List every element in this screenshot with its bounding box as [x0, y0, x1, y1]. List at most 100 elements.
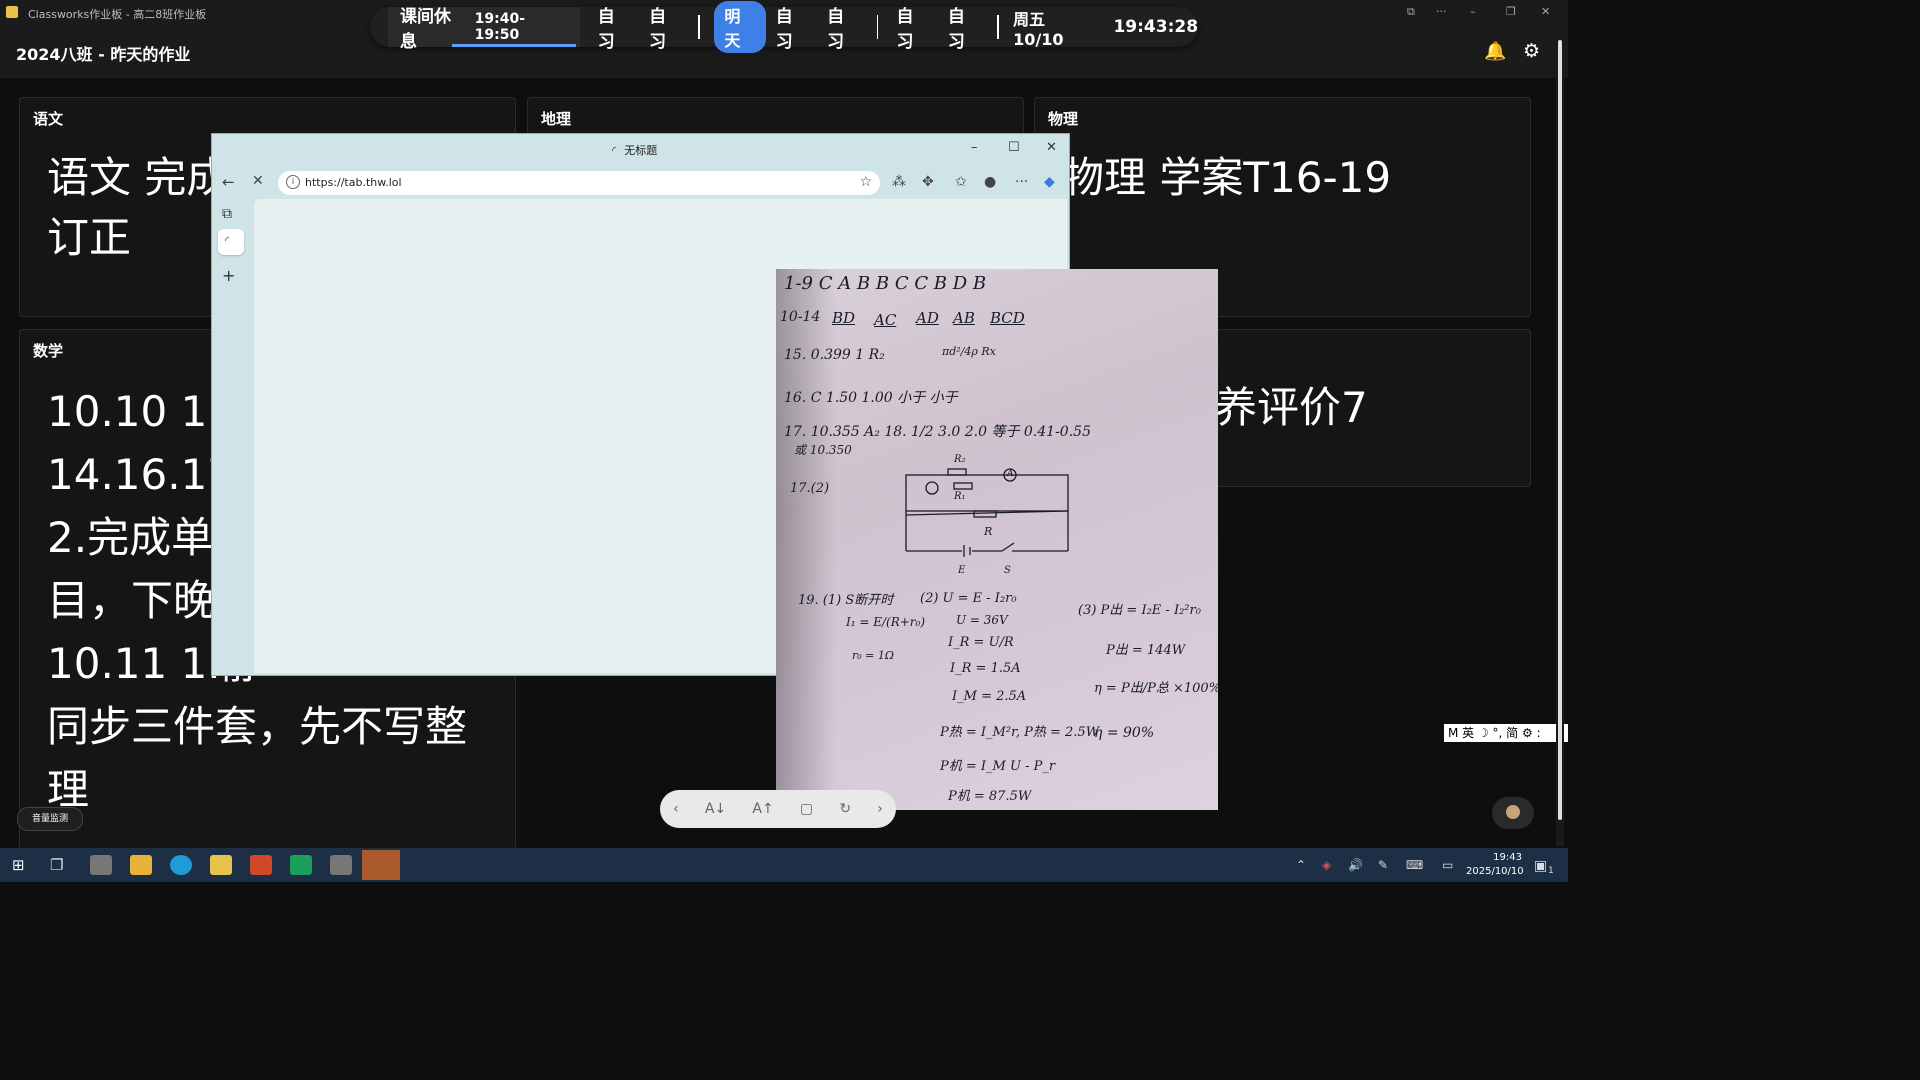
browser-maximize-button[interactable]: ☐ [1008, 140, 1020, 155]
back-icon[interactable]: ← [222, 173, 235, 191]
schedule-bar: 课间休息 19:40-19:50 自习 自习 明天 自习 自习 自习 自习 周五… [370, 1, 1199, 53]
card-line: 订正 [47, 213, 132, 262]
hw-line: BCD [990, 309, 1025, 327]
current-period: 课间休息 19:40-19:50 [388, 7, 580, 52]
floating-avatar-button[interactable] [1492, 797, 1534, 829]
circuit-label: R [984, 525, 993, 538]
copilot-icon[interactable]: ◆ [1044, 174, 1055, 190]
app-icon[interactable] [90, 855, 112, 875]
circuit-label: R₁ [954, 491, 966, 502]
restore-button[interactable]: ❐ [1506, 5, 1516, 18]
hw-line: P出 = 144W [1106, 643, 1186, 658]
hw-line: 17.(2) [790, 481, 830, 496]
hw-line: πd²/4ρ Rx [942, 345, 996, 358]
hw-line: 19. (1) S断开时 [798, 593, 894, 608]
gear-icon[interactable]: ⚙ [1523, 40, 1540, 62]
clipboard-icon[interactable]: ▢ [800, 801, 813, 817]
tab-active[interactable] [218, 229, 244, 255]
favorites-icon[interactable]: ✩ [955, 174, 967, 190]
window-mode-icon[interactable]: ⧉ [1407, 5, 1415, 19]
circuit-label: R₂ [954, 454, 966, 465]
scrollbar-thumb[interactable] [1558, 40, 1562, 820]
security-icon[interactable]: ◈ [1322, 858, 1331, 872]
browser-close-button[interactable]: ✕ [1046, 140, 1057, 155]
hw-line: P机 = I_M U - P_r [940, 759, 1056, 774]
stop-loading-icon[interactable]: ✕ [252, 173, 264, 189]
card-line: 理 [47, 765, 90, 814]
circuit-label: E [958, 565, 966, 576]
browser-title-text: 无标题 [624, 144, 658, 157]
more-icon[interactable]: ··· [1015, 174, 1028, 190]
hw-line: AB [953, 309, 975, 327]
prev-icon[interactable]: ‹ [673, 801, 679, 817]
display-icon[interactable]: ▭ [1442, 858, 1453, 872]
profile-avatar[interactable]: ● [984, 174, 996, 190]
file-explorer-icon[interactable] [130, 855, 152, 875]
site-info-icon[interactable]: i [286, 175, 300, 189]
pen-icon[interactable]: ✎ [1378, 858, 1388, 872]
schedule-item: 自习 [649, 7, 667, 52]
taskbar-date: 2025/10/10 [1466, 866, 1524, 877]
circuit-label: A [1007, 469, 1014, 479]
hw-line: η = 90% [1094, 725, 1155, 741]
refresh-icon[interactable]: ↻ [839, 801, 851, 817]
powerpoint-icon[interactable] [250, 855, 272, 875]
schedule-item: 自习 [827, 7, 845, 52]
card-line: 同步三件套，先不写整 [47, 702, 468, 751]
schedule-clock: 19:43:28 [1113, 17, 1199, 37]
avatar [1506, 805, 1520, 819]
circuit-label: S [1004, 565, 1011, 576]
schedule-item: 自习 [597, 7, 615, 52]
schedule-divider [997, 15, 1000, 39]
browser-title: ◜ 无标题 [612, 142, 657, 158]
tab-actions-icon[interactable]: ⧉ [222, 206, 232, 222]
hw-line: 15. 0.399 1 R₂ [784, 347, 885, 363]
edge-icon[interactable] [170, 855, 192, 875]
puzzle-icon[interactable]: ✥ [922, 174, 934, 190]
start-icon[interactable]: ⊞ [12, 856, 25, 874]
hw-line: P机 = 87.5W [948, 789, 1032, 804]
schedule-item: 自习 [896, 7, 914, 52]
bell-icon[interactable]: 🔔 [1484, 41, 1506, 62]
notification-icon[interactable]: ▣ [1534, 858, 1547, 874]
extension-icon[interactable]: ⁂ [892, 174, 906, 190]
task-view-icon[interactable]: ❐ [50, 856, 63, 874]
hw-line: I_R = U/R [948, 635, 1014, 650]
hw-line: P热 = I_M²r, P热 = 2.5W [940, 725, 1100, 740]
keyboard-icon[interactable]: ⌨ [1406, 858, 1423, 872]
hw-line: 16. C 1.50 1.00 小于 小于 [784, 390, 958, 406]
hw-line: 1-9 C A B B C C B D B [784, 273, 987, 294]
taskbar-time: 19:43 [1493, 852, 1522, 863]
new-tab-icon[interactable]: + [222, 266, 235, 285]
app-window-title: Classworks作业板 - 高二8班作业板 [28, 8, 207, 21]
card-body: 养评价7 [1215, 378, 1368, 438]
font-decrease-icon[interactable]: A↓ [705, 801, 726, 817]
ime-toolbar[interactable]: M 英 ☽ °, 简 ⚙ : [1444, 724, 1568, 742]
browser-minimize-button[interactable]: – [971, 140, 978, 155]
schedule-divider [698, 15, 701, 39]
hw-line: I₁ = E/(R+r₀) [846, 615, 926, 629]
page-title: 2024八班 - 昨天的作业 [16, 45, 191, 64]
close-button[interactable]: ✕ [1541, 5, 1550, 18]
favorite-star-icon[interactable]: ☆ [859, 174, 872, 190]
easinote-icon[interactable] [290, 855, 312, 875]
next-icon[interactable]: › [877, 801, 883, 817]
address-bar[interactable]: i https://tab.thw.lol ☆ [278, 171, 880, 195]
volume-monitor-button[interactable]: 音量监测 [17, 807, 83, 831]
app-icon[interactable] [330, 855, 352, 875]
hw-line: (2) U = E - I₂r₀ [920, 591, 1017, 606]
notification-count: 1 [1548, 866, 1554, 876]
tray-chevron-icon[interactable]: ⌃ [1296, 858, 1306, 872]
minimize-button[interactable]: – [1470, 5, 1476, 18]
schedule-divider [876, 15, 879, 39]
answer-photo[interactable]: 1-9 C A B B C C B D B 10-14 BD AC AD AB … [776, 269, 1218, 810]
more-icon[interactable]: ··· [1436, 5, 1447, 18]
qq-icon[interactable] [362, 850, 400, 880]
taskbar-clock[interactable]: 19:43 2025/10/10 [1466, 851, 1524, 879]
hw-line: r₀ = 1Ω [852, 649, 894, 662]
font-increase-icon[interactable]: A↑ [752, 801, 773, 817]
address-url: https://tab.thw.lol [305, 176, 402, 189]
loading-icon: ◜ [612, 144, 617, 157]
volume-icon[interactable]: 🔊 [1348, 858, 1363, 872]
classworks-icon[interactable] [210, 855, 232, 875]
